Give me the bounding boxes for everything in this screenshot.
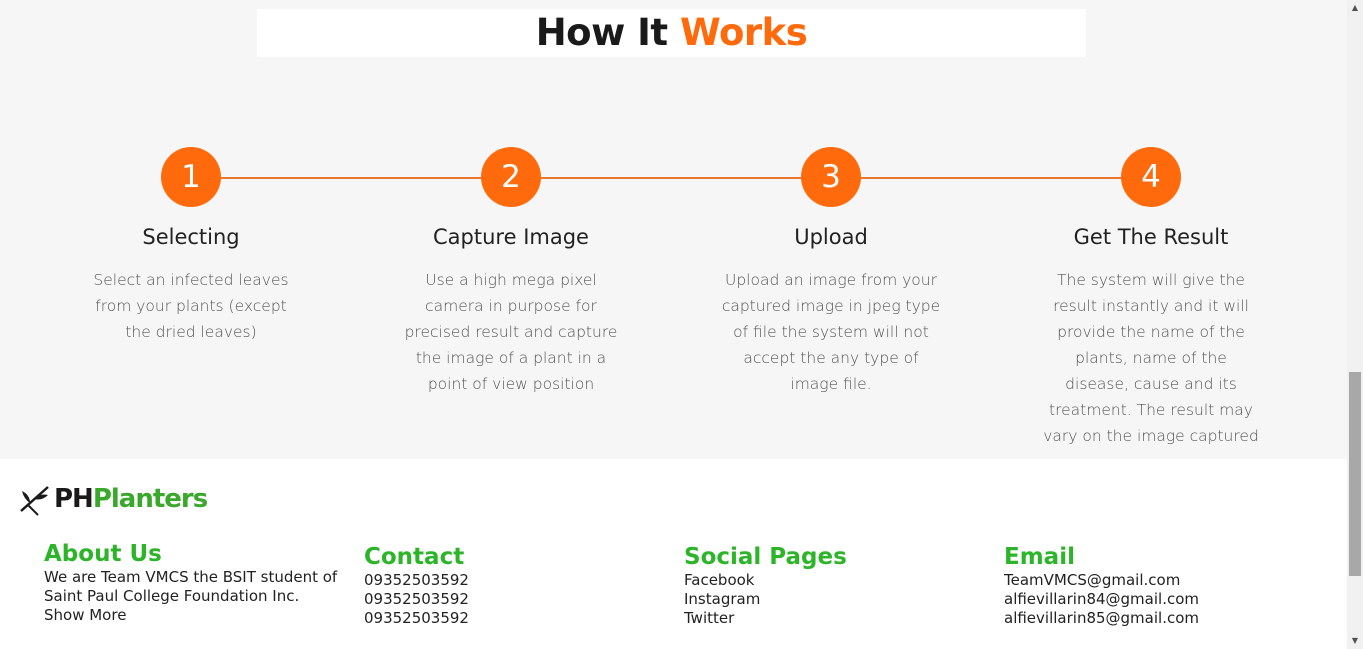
step-1: 1 Selecting Select an infected leaves fr… bbox=[71, 147, 311, 345]
plant-icon bbox=[18, 481, 54, 517]
logo-text: PHPlanters bbox=[54, 484, 208, 514]
step-number-badge: 2 bbox=[481, 147, 541, 207]
social-link-facebook[interactable]: Facebook bbox=[684, 571, 994, 590]
email-link[interactable]: alfievillarin85@gmail.com bbox=[1004, 609, 1314, 628]
footer: PHPlanters About Us We are Team VMCS the… bbox=[0, 459, 1347, 649]
step-2: 2 Capture Image Use a high mega pixel ca… bbox=[391, 147, 631, 397]
step-title: Get The Result bbox=[1073, 225, 1229, 249]
about-text: We are Team VMCS the BSIT student of Sai… bbox=[44, 568, 338, 605]
footer-contact: Contact 09352503592 09352503592 09352503… bbox=[364, 543, 674, 628]
section-title: How It Works bbox=[257, 9, 1086, 57]
step-description: Select an infected leaves from your plan… bbox=[93, 271, 289, 341]
footer-about: About Us We are Team VMCS the BSIT stude… bbox=[44, 540, 354, 625]
step-number-badge: 1 bbox=[161, 147, 221, 207]
triangle-down-icon[interactable]: ▼ bbox=[1347, 633, 1363, 649]
social-link-twitter[interactable]: Twitter bbox=[684, 609, 994, 628]
email-link[interactable]: TeamVMCS@gmail.com bbox=[1004, 571, 1314, 590]
step-description: The system will give the result instantl… bbox=[1043, 271, 1259, 445]
step-4: 4 Get The Result The system will give th… bbox=[1031, 147, 1271, 449]
step-description: Use a high mega pixel camera in purpose … bbox=[404, 271, 618, 393]
step-3: 3 Upload Upload an image from your captu… bbox=[711, 147, 951, 397]
triangle-up-icon[interactable]: ▲ bbox=[1347, 0, 1363, 16]
step-title: Selecting bbox=[142, 225, 240, 249]
site-logo[interactable]: PHPlanters bbox=[18, 479, 208, 519]
social-link-instagram[interactable]: Instagram bbox=[684, 590, 994, 609]
show-more-link[interactable]: Show More bbox=[44, 606, 354, 625]
contact-phone[interactable]: 09352503592 bbox=[364, 590, 674, 609]
social-heading: Social Pages bbox=[684, 544, 847, 570]
page: How It Works 1 Selecting Select an infec… bbox=[0, 0, 1347, 649]
footer-social: Social Pages Facebook Instagram Twitter bbox=[684, 543, 994, 628]
contact-phone[interactable]: 09352503592 bbox=[364, 571, 674, 590]
vertical-scrollbar[interactable]: ▲ ▼ bbox=[1347, 0, 1363, 649]
step-title: Capture Image bbox=[433, 225, 589, 249]
footer-email: Email TeamVMCS@gmail.com alfievillarin84… bbox=[1004, 543, 1314, 628]
email-heading: Email bbox=[1004, 544, 1075, 570]
email-link[interactable]: alfievillarin84@gmail.com bbox=[1004, 590, 1314, 609]
steps-connector-line bbox=[191, 177, 1151, 179]
step-title: Upload bbox=[794, 225, 868, 249]
step-description: Upload an image from your captured image… bbox=[721, 271, 941, 393]
about-heading: About Us bbox=[44, 541, 162, 567]
section-title-box: How It Works bbox=[257, 9, 1086, 57]
step-number-badge: 3 bbox=[801, 147, 861, 207]
how-it-works-section: How It Works 1 Selecting Select an infec… bbox=[0, 0, 1347, 459]
scrollbar-thumb[interactable] bbox=[1349, 372, 1361, 576]
title-part-dark: How It bbox=[535, 11, 668, 54]
step-number-badge: 4 bbox=[1121, 147, 1181, 207]
contact-phone[interactable]: 09352503592 bbox=[364, 609, 674, 628]
contact-heading: Contact bbox=[364, 544, 465, 570]
title-part-accent: Works bbox=[680, 11, 808, 54]
